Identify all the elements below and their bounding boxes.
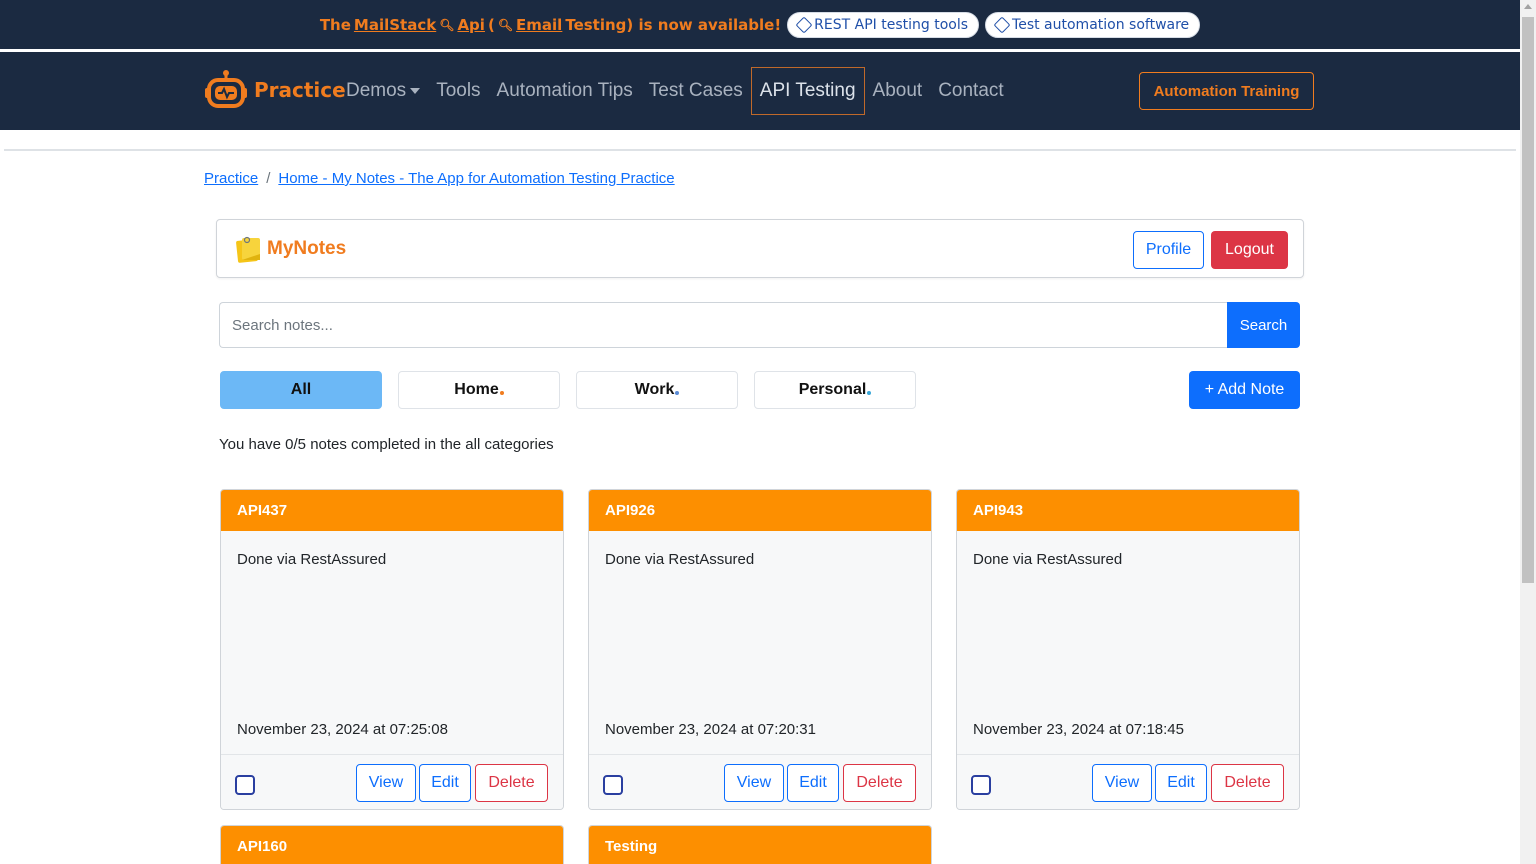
personal-dot-icon xyxy=(867,391,872,395)
api-link[interactable]: Api xyxy=(457,16,485,34)
mynotes-title: MyNotes xyxy=(267,238,347,259)
category-tab-work[interactable]: Work xyxy=(576,371,738,409)
automation-training-button[interactable]: Automation Training xyxy=(1139,72,1314,110)
note-date: November 23, 2024 at 07:25:08 xyxy=(237,721,448,738)
breadcrumb-separator: / xyxy=(266,170,271,187)
email-link[interactable]: Email xyxy=(516,16,562,34)
brand-name: Practice xyxy=(254,78,346,102)
home-dot-icon xyxy=(499,391,504,395)
logout-button[interactable]: Logout xyxy=(1211,231,1288,269)
category-tab-personal[interactable]: Personal xyxy=(754,371,916,409)
scroll-up-arrow-icon[interactable] xyxy=(1524,4,1532,9)
nav-api-testing[interactable]: API Testing xyxy=(750,67,865,115)
search-bar: Search xyxy=(219,302,1300,348)
add-note-button[interactable]: + Add Note xyxy=(1189,371,1300,409)
promo-text: The MailStack 🔍︎ Api ( 🔍︎ Email Testing)… xyxy=(320,16,781,34)
tab-label: Home xyxy=(454,381,499,398)
notes-icon xyxy=(233,234,261,264)
caret-down-icon xyxy=(410,88,421,94)
tab-label: Work xyxy=(634,381,675,398)
nav-demos[interactable]: Demos xyxy=(338,67,428,115)
delete-button[interactable]: Delete xyxy=(843,764,916,802)
progress-text: You have 0/5 notes completed in the all … xyxy=(219,436,554,453)
nav-demos-label: Demos xyxy=(346,80,407,101)
profile-button[interactable]: Profile xyxy=(1133,231,1204,269)
mailstack-link[interactable]: MailStack xyxy=(354,16,436,34)
edit-button[interactable]: Edit xyxy=(419,764,471,802)
main-navbar: Practice Demos Tools Automation Tips Tes… xyxy=(0,52,1520,130)
note-body: Done via RestAssured November 23, 2024 a… xyxy=(957,531,1299,754)
note-date: November 23, 2024 at 07:18:45 xyxy=(973,721,1184,738)
tag-icon xyxy=(993,16,1011,33)
category-tab-all[interactable]: All xyxy=(220,371,382,409)
promo-prefix: The xyxy=(319,15,351,34)
search-input[interactable] xyxy=(219,302,1227,348)
note-title: API437 xyxy=(221,490,563,531)
page-scrollbar[interactable] xyxy=(1520,0,1536,864)
pill-label: Test automation software xyxy=(1012,16,1190,33)
pill-label: REST API testing tools xyxy=(814,16,969,33)
note-description: Done via RestAssured xyxy=(973,551,1123,568)
note-complete-checkbox[interactable] xyxy=(603,775,623,795)
view-button[interactable]: View xyxy=(356,764,416,802)
note-title: API943 xyxy=(957,490,1299,531)
delete-button[interactable]: Delete xyxy=(475,764,548,802)
search-icon: 🔍︎ xyxy=(439,17,455,32)
note-card: API926 Done via RestAssured November 23,… xyxy=(588,489,932,810)
mynotes-logo[interactable]: MyNotes xyxy=(233,234,346,264)
note-title: Testing xyxy=(589,826,931,864)
note-card: API160 xyxy=(220,825,564,864)
robot-logo-icon xyxy=(204,68,248,112)
note-complete-checkbox[interactable] xyxy=(971,775,991,795)
note-description: Done via RestAssured xyxy=(237,551,387,568)
rest-api-tools-pill[interactable]: REST API testing tools xyxy=(787,11,980,38)
nav-test-cases[interactable]: Test Cases xyxy=(641,67,751,115)
promo-paren: ( xyxy=(487,15,495,34)
note-footer: View Edit Delete xyxy=(221,754,563,809)
search-icon: 🔍︎ xyxy=(497,17,514,32)
header-divider xyxy=(4,149,1516,151)
brand[interactable]: Practice xyxy=(204,68,346,112)
edit-button[interactable]: Edit xyxy=(1155,764,1207,802)
note-description: Done via RestAssured xyxy=(605,551,755,568)
promo-banner: The MailStack 🔍︎ Api ( 🔍︎ Email Testing)… xyxy=(0,0,1520,49)
tab-label: Personal xyxy=(798,381,867,398)
nav-links: Demos Tools Automation Tips Test Cases A… xyxy=(338,67,1012,115)
test-automation-software-pill[interactable]: Test automation software xyxy=(985,11,1201,38)
note-body: Done via RestAssured November 23, 2024 a… xyxy=(221,531,563,754)
note-footer: View Edit Delete xyxy=(589,754,931,809)
breadcrumb-practice[interactable]: Practice xyxy=(204,170,258,187)
note-card: API437 Done via RestAssured November 23,… xyxy=(220,489,564,810)
edit-button[interactable]: Edit xyxy=(787,764,839,802)
scrollbar-thumb[interactable] xyxy=(1522,17,1534,583)
view-button[interactable]: View xyxy=(724,764,784,802)
note-card: API943 Done via RestAssured November 23,… xyxy=(956,489,1300,810)
nav-contact[interactable]: Contact xyxy=(930,67,1011,115)
delete-button[interactable]: Delete xyxy=(1211,764,1284,802)
promo-suffix: Testing) is now available! xyxy=(565,15,782,34)
note-card: Testing xyxy=(588,825,932,864)
breadcrumb: Practice / Home - My Notes - The App for… xyxy=(204,170,675,187)
search-button[interactable]: Search xyxy=(1227,302,1300,348)
nav-about[interactable]: About xyxy=(865,67,931,115)
note-complete-checkbox[interactable] xyxy=(235,775,255,795)
category-tab-home[interactable]: Home xyxy=(398,371,560,409)
tab-label: All xyxy=(290,381,312,398)
note-title: API160 xyxy=(221,826,563,864)
nav-automation-tips[interactable]: Automation Tips xyxy=(489,67,641,115)
note-title: API926 xyxy=(589,490,931,531)
work-dot-icon xyxy=(675,391,680,395)
view-button[interactable]: View xyxy=(1092,764,1152,802)
note-date: November 23, 2024 at 07:20:31 xyxy=(605,721,816,738)
tag-icon xyxy=(795,16,813,33)
nav-tools[interactable]: Tools xyxy=(428,67,488,115)
mynotes-header: MyNotes Profile Logout xyxy=(216,219,1304,278)
note-body: Done via RestAssured November 23, 2024 a… xyxy=(589,531,931,754)
note-footer: View Edit Delete xyxy=(957,754,1299,809)
breadcrumb-home[interactable]: Home - My Notes - The App for Automation… xyxy=(278,170,674,187)
